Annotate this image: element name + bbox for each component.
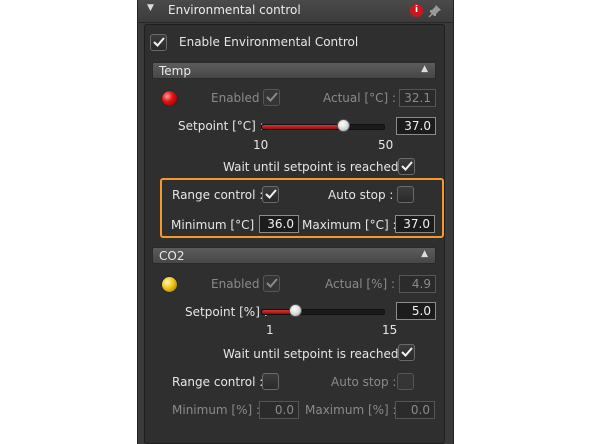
temp-status-led	[162, 91, 177, 106]
co2-slider-min-label: 1	[266, 323, 274, 337]
temp-slider-min-label: 10	[253, 138, 269, 152]
co2-setpoint-slider-track[interactable]	[261, 309, 385, 315]
temp-wait-label: Wait until setpoint is reached :	[223, 160, 407, 174]
temp-header-label: Temp	[159, 64, 191, 78]
pin-icon[interactable]	[427, 3, 443, 19]
range-control-highlight-box	[160, 178, 444, 238]
enable-environmental-checkbox[interactable]	[150, 34, 167, 51]
collapse-up-icon[interactable]: ▲	[421, 64, 428, 74]
temp-slider-fill	[262, 125, 345, 129]
temp-setpoint-slider-thumb[interactable]	[336, 119, 350, 132]
co2-auto-stop-checkbox[interactable]	[397, 373, 414, 390]
co2-actual-label: Actual [%] :	[325, 277, 396, 291]
collapse-up-icon[interactable]: ▲	[421, 249, 428, 259]
temp-wait-checkbox[interactable]	[398, 158, 415, 175]
co2-maximum-field: 0.0	[395, 401, 435, 419]
co2-auto-stop-label: Auto stop :	[331, 375, 397, 389]
co2-maximum-label: Maximum [%] :	[305, 403, 397, 417]
temp-actual-field: 32.1	[399, 89, 436, 107]
temp-enabled-checkbox[interactable]	[263, 89, 280, 106]
temp-enabled-label: Enabled :	[211, 91, 268, 105]
collapse-arrow-icon[interactable]: ▼	[147, 3, 154, 13]
co2-minimum-field: 0.0	[259, 401, 299, 419]
co2-section-header[interactable]: CO2 ▲	[152, 247, 436, 264]
co2-setpoint-slider-thumb[interactable]	[289, 304, 303, 317]
co2-range-control-checkbox[interactable]	[262, 373, 279, 390]
co2-wait-label: Wait until setpoint is reached :	[223, 347, 407, 361]
co2-status-led	[162, 277, 177, 292]
co2-range-control-label: Range control :	[172, 375, 264, 389]
co2-wait-checkbox[interactable]	[398, 344, 415, 361]
co2-enabled-label: Enabled :	[211, 277, 268, 291]
temp-setpoint-field[interactable]: 37.0	[396, 117, 436, 135]
co2-setpoint-label: Setpoint [%] :	[185, 305, 268, 319]
temp-setpoint-label: Setpoint [°C] :	[178, 119, 264, 133]
co2-slider-max-label: 15	[382, 323, 398, 337]
temp-section-header[interactable]: Temp ▲	[152, 62, 436, 79]
panel-titlebar: ▼ Environmental control i	[138, 0, 453, 23]
temp-setpoint-slider-track[interactable]	[261, 124, 385, 130]
co2-enabled-checkbox[interactable]	[263, 275, 280, 292]
enable-environmental-label: Enable Environmental Control	[179, 35, 359, 49]
temp-slider-max-label: 50	[378, 138, 394, 152]
co2-actual-field: 4.9	[399, 275, 436, 293]
temp-actual-label: Actual [°C] :	[323, 91, 397, 105]
co2-minimum-label: Minimum [%] :	[172, 403, 261, 417]
panel-title: Environmental control	[168, 3, 301, 17]
info-icon[interactable]: i	[410, 4, 423, 17]
co2-header-label: CO2	[159, 249, 185, 263]
co2-setpoint-field[interactable]: 5.0	[396, 302, 436, 320]
